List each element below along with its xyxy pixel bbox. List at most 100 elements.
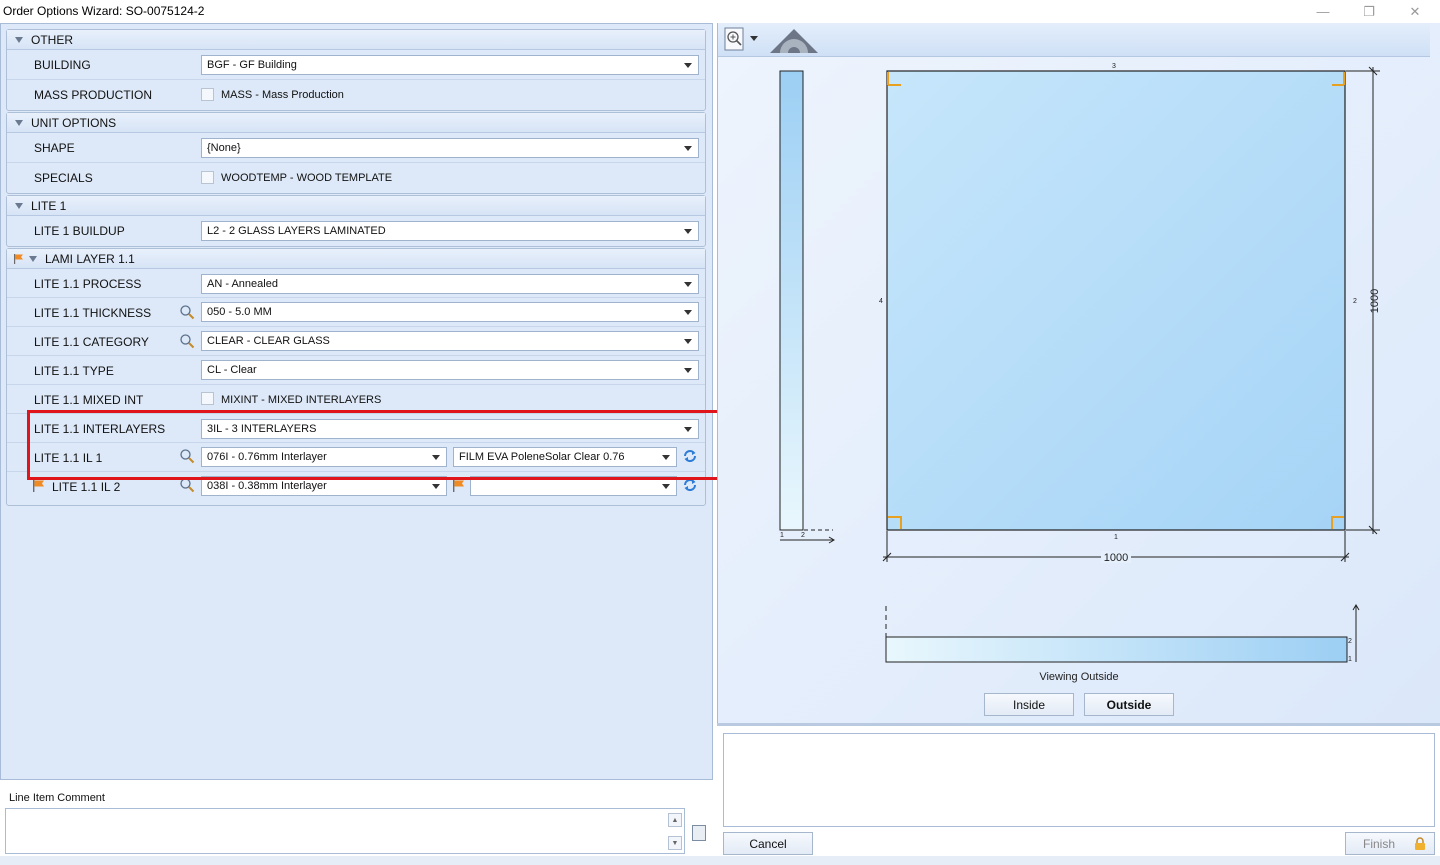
search-icon[interactable] xyxy=(179,333,195,349)
checkbox-label: MASS - Mass Production xyxy=(221,89,344,101)
group-lite-1-header[interactable]: LITE 1 xyxy=(7,196,705,216)
option-label: SPECIALS xyxy=(34,171,93,185)
option-label: LITE 1 BUILDUP xyxy=(34,224,125,238)
width-dimension-label: 1000 xyxy=(1104,552,1128,564)
height-dimension-label: 1000 xyxy=(1369,289,1381,313)
collapse-icon[interactable] xyxy=(15,202,23,209)
combo-value: 3IL - 3 INTERLAYERS xyxy=(207,423,317,435)
maximize-button[interactable]: ❐ xyxy=(1346,0,1392,23)
drawing-toolbar xyxy=(718,23,1430,57)
option-row-type: LITE 1.1 TYPE CL - Clear xyxy=(7,356,705,385)
shape-combo[interactable]: {None} xyxy=(201,138,699,158)
scroll-down-button[interactable]: ▼ xyxy=(668,836,682,850)
building-combo[interactable]: BGF - GF Building xyxy=(201,55,699,75)
checkbox-label: MIXINT - MIXED INTERLAYERS xyxy=(221,394,382,406)
chevron-down-icon[interactable] xyxy=(678,420,698,438)
side-view-panel xyxy=(779,70,804,531)
group-unit-options-header[interactable]: UNIT OPTIONS xyxy=(7,113,705,133)
il1-combo[interactable]: 076I - 0.76mm Interlayer xyxy=(201,447,447,467)
chevron-down-icon[interactable] xyxy=(656,477,676,495)
chevron-down-icon[interactable] xyxy=(678,303,698,321)
chevron-down-icon[interactable] xyxy=(750,36,758,42)
collapse-icon[interactable] xyxy=(15,36,23,43)
flag-icon xyxy=(453,480,464,492)
category-combo[interactable]: CLEAR - CLEAR GLASS xyxy=(201,331,699,351)
refresh-icon[interactable] xyxy=(681,476,699,494)
cancel-button[interactable]: Cancel xyxy=(723,832,813,855)
option-row-il2: LITE 1.1 IL 2 038I - 0.38mm Interlayer xyxy=(7,472,705,501)
search-icon[interactable] xyxy=(179,448,195,464)
option-label: LITE 1.1 PROCESS xyxy=(34,277,142,291)
option-row-shape: SHAPE {None} xyxy=(7,133,705,163)
buildup-combo[interactable]: L2 - 2 GLASS LAYERS LAMINATED xyxy=(201,221,699,241)
collapse-icon[interactable] xyxy=(15,119,23,126)
group-other: OTHER BUILDING BGF - GF Building MASS PR… xyxy=(6,29,706,111)
il1-film-combo[interactable]: FILM EVA PoleneSolar Clear 0.76 xyxy=(453,447,677,467)
option-row-buildup: LITE 1 BUILDUP L2 - 2 GLASS LAYERS LAMIN… xyxy=(7,216,705,246)
chevron-down-icon[interactable] xyxy=(426,477,446,495)
viewing-label: Viewing Outside xyxy=(1039,671,1118,683)
group-lite-1: LITE 1 LITE 1 BUILDUP L2 - 2 GLASS LAYER… xyxy=(6,195,706,247)
option-label: LITE 1.1 MIXED INT xyxy=(34,393,144,407)
comment-input[interactable] xyxy=(5,808,685,854)
combo-value: CLEAR - CLEAR GLASS xyxy=(207,335,330,347)
comment-label: Line Item Comment xyxy=(9,792,105,804)
il2-combo[interactable]: 038I - 0.38mm Interlayer xyxy=(201,476,447,496)
chevron-down-icon[interactable] xyxy=(678,332,698,350)
lock-icon xyxy=(1415,837,1425,850)
process-combo[interactable]: AN - Annealed xyxy=(201,274,699,294)
search-icon[interactable] xyxy=(179,477,195,493)
finish-label: Finish xyxy=(1362,836,1395,851)
option-label: SHAPE xyxy=(34,141,75,155)
outside-button[interactable]: Outside xyxy=(1084,693,1174,716)
scroll-up-button[interactable]: ▲ xyxy=(668,813,682,827)
glass-unit[interactable] xyxy=(886,70,1346,531)
strip-label-1: 1 xyxy=(1348,656,1352,663)
edge-label-right: 2 xyxy=(1353,298,1357,305)
combo-value: L2 - 2 GLASS LAYERS LAMINATED xyxy=(207,225,386,237)
chevron-down-icon[interactable] xyxy=(678,222,698,240)
group-other-header[interactable]: OTHER xyxy=(7,30,705,50)
chevron-down-icon[interactable] xyxy=(426,448,446,466)
title-bar: Order Options Wizard: SO-0075124-2 — ❐ ✕ xyxy=(0,0,1440,23)
il2-film-combo[interactable] xyxy=(470,476,677,496)
description-box xyxy=(723,733,1435,827)
option-label: LITE 1.1 INTERLAYERS xyxy=(34,422,166,436)
mass-production-checkbox[interactable] xyxy=(201,88,214,101)
group-lami-header[interactable]: LAMI LAYER 1.1 xyxy=(7,249,705,269)
type-combo[interactable]: CL - Clear xyxy=(201,360,699,380)
glass-drawing: 1 2 3 1 4 2 1000 1000 2 1 Viewing Outsid… xyxy=(779,63,1381,683)
chevron-down-icon[interactable] xyxy=(678,361,698,379)
group-title: LITE 1 xyxy=(31,198,67,213)
edge-view-panel xyxy=(885,636,1348,663)
search-icon[interactable] xyxy=(179,304,195,320)
group-lami-layer: LAMI LAYER 1.1 LITE 1.1 PROCESS AN - Ann… xyxy=(6,248,706,506)
collapse-icon[interactable] xyxy=(29,255,37,262)
minimize-button[interactable]: — xyxy=(1300,0,1346,23)
specials-checkbox[interactable] xyxy=(201,171,214,184)
thickness-combo[interactable]: 050 - 5.0 MM xyxy=(201,302,699,322)
chevron-down-icon[interactable] xyxy=(656,448,676,466)
refresh-icon[interactable] xyxy=(681,447,699,465)
notes-icon[interactable] xyxy=(692,825,706,841)
option-row-mixed-int: LITE 1.1 MIXED INT MIXINT - MIXED INTERL… xyxy=(7,385,705,414)
zoom-icon[interactable] xyxy=(724,27,746,51)
combo-value: FILM EVA PoleneSolar Clear 0.76 xyxy=(459,451,625,463)
group-unit-options: UNIT OPTIONS SHAPE {None} SPECIALS WOODT… xyxy=(6,112,706,194)
finish-button[interactable]: Finish xyxy=(1345,832,1435,855)
shape-view-icon[interactable] xyxy=(768,26,820,54)
edge-label-top: 3 xyxy=(1112,63,1116,70)
chevron-down-icon[interactable] xyxy=(678,275,698,293)
status-strip xyxy=(0,856,1440,865)
mixed-int-checkbox[interactable] xyxy=(201,392,214,405)
checkbox-label: WOODTEMP - WOOD TEMPLATE xyxy=(221,172,393,184)
close-button[interactable]: ✕ xyxy=(1392,0,1438,23)
interlayers-combo[interactable]: 3IL - 3 INTERLAYERS xyxy=(201,419,699,439)
edge-label-bottom: 1 xyxy=(1114,534,1118,541)
pane-divider[interactable] xyxy=(717,723,1440,726)
chevron-down-icon[interactable] xyxy=(678,56,698,74)
inside-button[interactable]: Inside xyxy=(984,693,1074,716)
chevron-down-icon[interactable] xyxy=(678,139,698,157)
option-row-specials: SPECIALS WOODTEMP - WOOD TEMPLATE xyxy=(7,163,705,193)
strip-label-2: 2 xyxy=(1348,638,1352,645)
